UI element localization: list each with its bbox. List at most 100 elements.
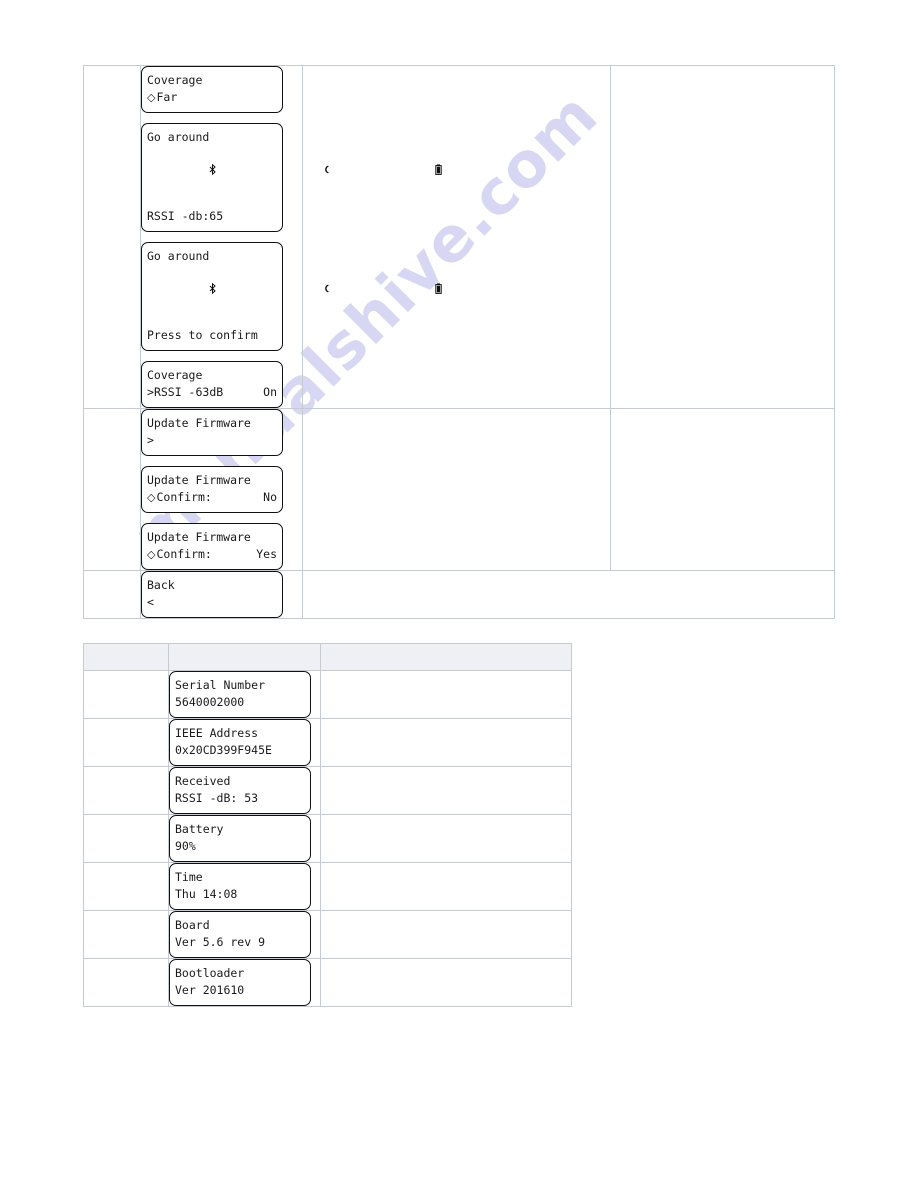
lcd-screen-confirm-no[interactable]: Update Firmware ◇Confirm: No	[141, 466, 283, 513]
description-cell	[320, 958, 572, 1007]
row-label-cell	[83, 670, 169, 719]
lcd-line-1: Go around	[147, 248, 442, 327]
row-label-cell	[83, 814, 169, 863]
device-info-table: Serial Number 5640002000 IEEE Address 0x…	[83, 643, 572, 1007]
row-label-cell	[83, 65, 141, 409]
row-label-cell	[83, 862, 169, 911]
lcd-screen-back[interactable]: Back <	[141, 571, 283, 618]
lcd-line-1: Go around	[147, 129, 442, 208]
lcd-screen-serial-number[interactable]: Serial Number 5640002000	[169, 671, 311, 718]
lcd-title: Time	[175, 870, 203, 884]
lcd-stack-cell: Back <	[140, 570, 303, 619]
lcd-prefix: <	[147, 595, 154, 609]
lcd-title: IEEE Address	[175, 726, 259, 740]
row-label-cell	[83, 718, 169, 767]
row-label-cell	[83, 958, 169, 1007]
table-row: Board Ver 5.6 rev 9	[83, 910, 572, 959]
lcd-value: RSSI -db:65	[147, 209, 224, 223]
lcd-screen-battery[interactable]: Battery 90%	[169, 815, 311, 862]
lcd-right-value: On	[263, 385, 277, 399]
lcd-line-2: ◇ Far	[147, 89, 277, 106]
lcd-value-text: Confirm:	[156, 547, 212, 561]
lcd-value: Ver 5.6 rev 9	[175, 935, 266, 949]
lcd-value: 90%	[175, 839, 196, 853]
row-label-cell	[83, 766, 169, 815]
lcd-title: Go around	[147, 130, 210, 144]
lcd-line-2: >	[147, 432, 277, 449]
signal-icon	[322, 249, 433, 328]
lcd-cell: Received RSSI -dB: 53	[168, 766, 321, 815]
lcd-stack-cell: Coverage ◇ Far Go around RSSI -db:65 Go …	[140, 65, 442, 409]
lcd-cell: Battery 90%	[168, 814, 321, 863]
lcd-line-2: <	[147, 594, 277, 611]
lcd-title: Board	[175, 918, 210, 932]
row-label-cell	[83, 910, 169, 959]
header-cell-2	[168, 643, 321, 671]
lcd-value: >RSSI -63dB	[147, 384, 223, 401]
lcd-title: Update Firmware	[147, 473, 251, 487]
lcd-cell: Serial Number 5640002000	[168, 670, 321, 719]
lcd-title: Go around	[147, 249, 210, 263]
lcd-value: 5640002000	[175, 695, 245, 709]
description-cell	[320, 718, 572, 767]
lcd-value: Thu 14:08	[175, 887, 238, 901]
lcd-screen-bootloader-version[interactable]: Bootloader Ver 201610	[169, 959, 311, 1006]
lcd-title: Update Firmware	[147, 530, 251, 544]
lcd-line-2: RSSI -db:65	[147, 208, 277, 225]
lcd-screen-received-rssi[interactable]: Received RSSI -dB: 53	[169, 767, 311, 814]
lcd-value: 0x20CD399F945E	[175, 743, 272, 757]
lcd-line-1: Update Firmware	[147, 472, 277, 489]
table-row: Serial Number 5640002000	[83, 670, 572, 719]
lcd-title: Bootloader	[175, 966, 245, 980]
lcd-line-1: Update Firmware	[147, 529, 277, 546]
diamond-icon: ◇	[147, 491, 156, 504]
battery-icon	[435, 249, 546, 328]
lcd-line-1: Back	[147, 577, 277, 594]
lcd-screen-go-around-rssi[interactable]: Go around RSSI -db:65	[141, 123, 442, 232]
lcd-line-2: ◇Confirm: Yes	[147, 546, 277, 563]
diamond-icon: ◇	[147, 91, 156, 104]
lcd-cell: Bootloader Ver 201610	[168, 958, 321, 1007]
signal-icon	[322, 130, 433, 209]
lcd-screen-time[interactable]: Time Thu 14:08	[169, 863, 311, 910]
lcd-line-2: ◇Confirm: No	[147, 489, 277, 506]
description-cell	[320, 862, 572, 911]
lcd-prefix: >	[147, 433, 154, 447]
notes-cell	[610, 65, 835, 409]
lcd-line-2: Press to confirm	[147, 327, 277, 344]
lcd-screen-ieee-address[interactable]: IEEE Address 0x20CD399F945E	[169, 719, 311, 766]
row-label-cell	[83, 570, 141, 619]
table-row: Battery 90%	[83, 814, 572, 863]
table-row: IEEE Address 0x20CD399F945E	[83, 718, 572, 767]
lcd-line-1: Update Firmware	[147, 415, 277, 432]
description-cell	[320, 670, 572, 719]
lcd-title: Battery	[175, 822, 224, 836]
lcd-value: RSSI -dB: 53	[175, 791, 259, 805]
lcd-line-2: >RSSI -63dB On	[147, 384, 277, 401]
lcd-screen-board-version[interactable]: Board Ver 5.6 rev 9	[169, 911, 311, 958]
lcd-screen-coverage-far[interactable]: Coverage ◇ Far	[141, 66, 283, 113]
lcd-stack-cell: Update Firmware > Update Firmware ◇Confi…	[140, 408, 303, 571]
lcd-title: Received	[175, 774, 231, 788]
lcd-screen-coverage-rssi[interactable]: Coverage >RSSI -63dB On	[141, 361, 283, 408]
description-cell	[302, 408, 611, 571]
lcd-screen-go-around-confirm[interactable]: Go around Press to confirm	[141, 242, 442, 351]
table-row: Back <	[83, 570, 835, 619]
lcd-cell: Time Thu 14:08	[168, 862, 321, 911]
lcd-value: Press to confirm	[147, 328, 258, 342]
table-row: Bootloader Ver 201610	[83, 958, 572, 1007]
lcd-title: Back	[147, 578, 175, 592]
row-label-cell	[83, 408, 141, 571]
table-row: Received RSSI -dB: 53	[83, 766, 572, 815]
lcd-right-value: Yes	[256, 547, 277, 561]
lcd-screen-confirm-yes[interactable]: Update Firmware ◇Confirm: Yes	[141, 523, 283, 570]
description-cell	[320, 766, 572, 815]
lcd-screen-update-firmware[interactable]: Update Firmware >	[141, 409, 283, 456]
description-cell	[320, 814, 572, 863]
table-row: Coverage ◇ Far Go around RSSI -db:65 Go …	[83, 65, 835, 409]
lcd-cell: IEEE Address 0x20CD399F945E	[168, 718, 321, 767]
lcd-value-text: Confirm:	[156, 490, 212, 504]
lcd-value: Far	[156, 90, 178, 104]
notes-cell	[610, 408, 835, 571]
lcd-line-1: Coverage	[147, 72, 277, 89]
